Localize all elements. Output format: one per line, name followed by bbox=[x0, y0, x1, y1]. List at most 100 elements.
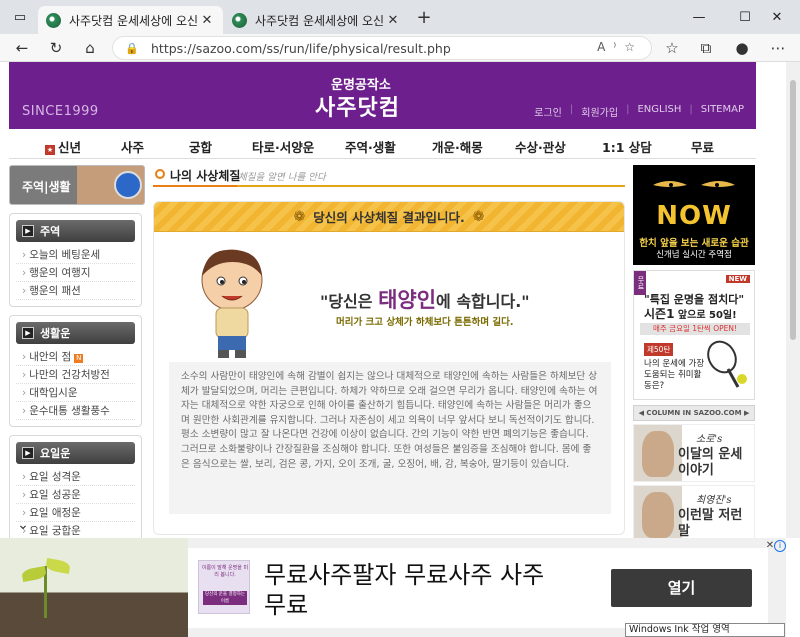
ad-title[interactable]: 무료사주팔자 무료사주 사주무료 bbox=[264, 560, 564, 620]
new-badge-icon: N bbox=[74, 354, 84, 363]
windows-ink-tooltip: Windows Ink 작업 영역 bbox=[625, 623, 785, 637]
watch-icon bbox=[114, 171, 142, 199]
side-head[interactable]: ▶ 생활운 bbox=[16, 322, 135, 344]
side-head[interactable]: ▶ 요일운 bbox=[16, 442, 135, 464]
profile-avatar-icon[interactable]: ● bbox=[730, 37, 754, 59]
nav-item-gunghap[interactable]: 궁합 bbox=[189, 137, 212, 156]
side-box-juyeok: ▶주역 오늘의 베팅운세 행운의 여행지 행운의 패션 bbox=[9, 213, 142, 307]
back-icon[interactable]: ← bbox=[10, 37, 34, 59]
main-content: 나의 사상체질 체질을 알면 나를 안다 ❁ 당신의 사상체질 결과입니다. ❁… bbox=[153, 165, 625, 535]
web-page: SINCE1999 운명공작소 사주닷컴 로그인 | 회원가입 | ENGLISH |… bbox=[0, 62, 786, 538]
side-item[interactable]: 요일 성공운 bbox=[16, 486, 135, 504]
right-sidebar: NOW 한치 앞을 보는 새로운 습관 신개념 실시간 주역점 무료 NEW "… bbox=[633, 165, 755, 538]
nav-item-newyear[interactable]: ★ 신년 bbox=[45, 137, 81, 156]
special-fortune-banner[interactable]: 무료 NEW "특집 운명을 점치다" 시즌1 앞으로 50일! 매주 금요일 … bbox=[633, 270, 755, 400]
main-nav: ★ 신년 사주 궁합 타로·서양운 주역·생활 개운·해몽 수상·관상 1:1 상… bbox=[9, 129, 756, 159]
side-item[interactable]: 나만의 건강처방전 bbox=[16, 366, 135, 384]
site-favicon-icon bbox=[232, 12, 247, 28]
side-item[interactable]: 요일 성격운 bbox=[16, 468, 135, 486]
side-item[interactable]: 오늘의 베팅운세 bbox=[16, 246, 135, 264]
side-head[interactable]: ▶ 주역 bbox=[16, 220, 135, 242]
signup-link[interactable]: 회원가입 bbox=[581, 104, 618, 119]
sitemap-link[interactable]: SITEMAP bbox=[701, 104, 744, 119]
result-header: ❁ 당신의 사상체질 결과입니다. ❁ bbox=[154, 202, 624, 232]
flower-icon: ❁ bbox=[472, 208, 485, 225]
close-window-icon[interactable]: ✕ bbox=[754, 0, 800, 34]
home-icon[interactable]: ⌂ bbox=[78, 37, 102, 59]
result-quote: "당신은 태양인에 속합니다." bbox=[320, 288, 530, 312]
refresh-icon[interactable]: ↻ bbox=[44, 37, 68, 59]
ad-card[interactable]: 이름이 말해 운명을 미리 봅니다. 당신의 운을 결정하는 이름 무료사주팔자… bbox=[188, 548, 768, 628]
side-item[interactable]: 운수대통 생활풍수 bbox=[16, 402, 135, 420]
nav-item-gaewun[interactable]: 개운·해몽 bbox=[432, 137, 483, 156]
login-link[interactable]: 로그인 bbox=[534, 104, 562, 119]
tab-title: 사주닷컴 운세세상에 오신것을 환 bbox=[69, 13, 199, 28]
site-header: SINCE1999 운명공작소 사주닷컴 로그인 | 회원가입 | ENGLISH |… bbox=[9, 62, 756, 129]
browser-tab-bar: ▭ 사주닷컴 운세세상에 오신것을 환 ✕ 사주닷컴 운세세상에 오신것을 환 … bbox=[0, 0, 800, 34]
column-card[interactable]: 소로's 이달의 운세이야기 bbox=[633, 424, 755, 482]
new-badge: NEW bbox=[725, 275, 750, 283]
columnist-photo bbox=[642, 431, 674, 477]
minimize-icon[interactable]: — bbox=[676, 0, 722, 34]
arrow-right-icon: ▶ bbox=[22, 447, 34, 459]
url-tools-icons[interactable]: A⁾☆ bbox=[597, 40, 643, 54]
more-menu-icon[interactable]: ⋯ bbox=[766, 37, 790, 59]
scrollbar-thumb[interactable] bbox=[790, 80, 796, 340]
favorites-icon[interactable]: ☆ bbox=[660, 37, 684, 59]
newyear-badge-icon: ★ bbox=[45, 145, 55, 155]
since-label: SINCE1999 bbox=[22, 104, 99, 119]
collections-icon[interactable]: ⧉ bbox=[694, 37, 718, 59]
side-item[interactable]: 대학입시운 bbox=[16, 384, 135, 402]
side-item[interactable]: 행운의 여행지 bbox=[16, 264, 135, 282]
tab-title: 사주닷컴 운세세상에 오신것을 환 bbox=[255, 13, 385, 28]
sprout-image bbox=[0, 538, 188, 637]
arrow-right-icon: ▶ bbox=[22, 225, 34, 237]
eyes-icon bbox=[653, 181, 735, 187]
left-sidebar: 주역|생활 ▶주역 오늘의 베팅운세 행운의 여행지 행운의 패션 ▶생활운 내… bbox=[9, 165, 145, 538]
result-box: ❁ 당신의 사상체질 결과입니다. ❁ "당신은 태양인에 속합니다." 머리가… bbox=[153, 201, 625, 535]
result-description: 소수의 사람만이 태양인에 속해 감별이 쉽지는 않으나 대체적으로 태양인에 … bbox=[169, 362, 611, 514]
ad-thumbnail: 이름이 말해 운명을 미리 봅니다. 당신의 운을 결정하는 이름 bbox=[198, 560, 250, 614]
arrow-right-icon: ▶ bbox=[22, 327, 34, 339]
side-item[interactable]: 내안의 점N bbox=[16, 348, 135, 366]
tab-actions-icon[interactable]: ▭ bbox=[0, 0, 40, 34]
site-logo[interactable]: 사주닷컴 bbox=[315, 90, 400, 122]
tab-close-icon[interactable]: ✕ bbox=[199, 13, 215, 28]
site-favicon-icon bbox=[46, 12, 61, 28]
ad-open-button[interactable]: 열기 bbox=[611, 569, 752, 607]
top-links: 로그인 | 회원가입 | ENGLISH | SITEMAP bbox=[534, 104, 744, 119]
nav-item-free[interactable]: 무료 bbox=[691, 137, 714, 156]
english-link[interactable]: ENGLISH bbox=[637, 104, 681, 119]
browser-tab[interactable]: 사주닷컴 운세세상에 오신것을 환 ✕ bbox=[224, 6, 409, 34]
url-text: https://sazoo.com/ss/run/life/physical/r… bbox=[151, 40, 451, 56]
circle-bullet-icon bbox=[155, 169, 165, 179]
address-toolbar: ← ↻ ⌂ 🔒 https://sazoo.com/ss/run/life/ph… bbox=[0, 34, 800, 62]
nav-item-susang[interactable]: 수상·관상 bbox=[515, 137, 566, 156]
tennis-racket-icon bbox=[707, 340, 747, 388]
nav-item-consult[interactable]: 1:1 상담 bbox=[602, 137, 652, 156]
now-banner[interactable]: NOW 한치 앞을 보는 새로운 습관 신개념 실시간 주역점 bbox=[633, 165, 755, 265]
lock-icon: 🔒 bbox=[125, 41, 139, 55]
ad-close-icon[interactable]: ✕ bbox=[760, 540, 780, 554]
boy-character-image bbox=[201, 249, 263, 358]
nav-item-juyeok[interactable]: 주역·생활 bbox=[345, 137, 396, 156]
page-scrollbar[interactable] bbox=[786, 62, 800, 538]
browser-tab-active[interactable]: 사주닷컴 운세세상에 오신것을 환 ✕ bbox=[38, 6, 223, 34]
juyeok-life-banner[interactable]: 주역|생활 bbox=[9, 165, 145, 205]
column-header: ◀ COLUMN IN SAZOO.COM ▶ bbox=[633, 405, 755, 421]
nav-item-saju[interactable]: 사주 bbox=[121, 137, 144, 156]
columnist-photo bbox=[642, 492, 674, 538]
side-box-life: ▶생활운 내안의 점N 나만의 건강처방전 대학입시운 운수대통 생활풍수 bbox=[9, 315, 142, 427]
nav-item-tarot[interactable]: 타로·서양운 bbox=[252, 137, 314, 156]
page-subtitle: 체질을 알면 나를 안다 bbox=[238, 172, 326, 183]
column-card[interactable]: 최영진's 이런말 저런말 bbox=[633, 485, 755, 538]
tab-close-icon[interactable]: ✕ bbox=[385, 13, 401, 28]
url-bar[interactable]: 🔒 https://sazoo.com/ss/run/life/physical… bbox=[112, 36, 652, 60]
section-title: 나의 사상체질 체질을 알면 나를 안다 bbox=[153, 165, 625, 187]
new-tab-icon[interactable]: + bbox=[412, 8, 436, 30]
page-title: 나의 사상체질 bbox=[170, 169, 241, 183]
chevron-down-icon[interactable]: ⌄ bbox=[10, 517, 36, 537]
side-item[interactable]: 행운의 패션 bbox=[16, 282, 135, 300]
flower-icon: ❁ bbox=[293, 208, 306, 225]
result-type-highlight: 태양인 bbox=[378, 288, 437, 312]
